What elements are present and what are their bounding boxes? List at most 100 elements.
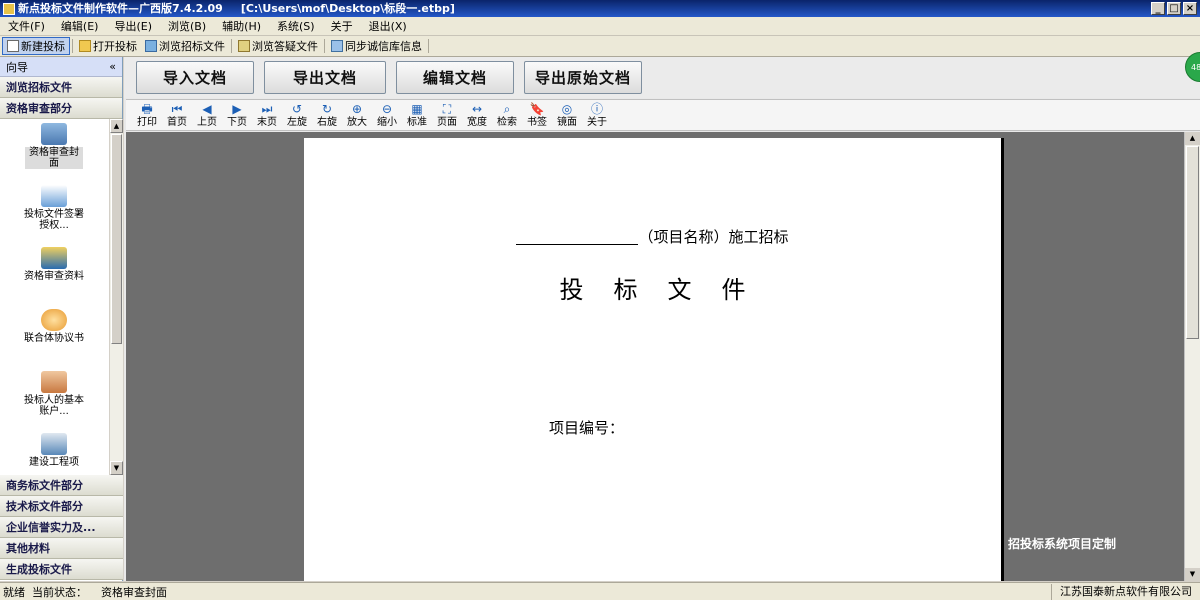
search-icon: ⌕ [503,102,511,116]
item-label: 联合体协议书 [24,333,84,344]
browse-qa-file-button[interactable]: 浏览答疑文件 [234,37,322,55]
sync-icon [331,40,343,52]
viewer-tool-rotate-right[interactable]: ↻ 右旋 [312,101,342,130]
viewer-tool-print[interactable]: 🖶 打印 [132,101,162,130]
document-canvas[interactable]: （项目名称）施工招标 投标文件 项目编号： 招投标系统项目定制 [126,132,1184,581]
viewer-tool-zoom-out[interactable]: ⊖ 缩小 [372,101,402,130]
scroll-thumb[interactable] [1186,146,1199,339]
viewer-tool-last-page[interactable]: ⏭ 末页 [252,101,282,130]
viewer-toolbar: 🖶 打印 ⏮ 首页 ◀ 上页 ▶ 下页 ⏭ 末页 ↺ 左旋 ↻ 右旋 ⊕ 放大 ⊖ 缩小 ▦ 标准 ⛶ 页面 ↔ 宽度 ⌕ 检索 🔖… [126,99,1200,131]
section-qualification[interactable]: 资格审查部分 [0,98,122,119]
viewer-tool-label: 左旋 [287,117,307,128]
menu-about[interactable]: 关于 [323,18,361,34]
viewer-tool-label: 页面 [437,117,457,128]
viewer-tool-label: 书签 [527,117,547,128]
list-item[interactable]: 资格审查封面 [0,119,108,181]
viewer-tool-bookmark[interactable]: 🔖 书签 [522,101,552,130]
sign-icon [41,185,67,207]
wizard-sidebar: 向导 « 浏览招标文件 资格审查部分 资格审查封面 投标文件签署授权... 资格… [0,57,123,581]
section-browse-bid[interactable]: 浏览招标文件 [0,77,122,98]
next-page-icon: ▶ [232,102,242,116]
qualification-item-list: 资格审查封面 投标文件签署授权... 资格审查资料 联合体协议书 投标人的基本账… [0,119,123,475]
main-panel: 导入文档 导出文档 编辑文档 导出原始文档 🖶 打印 ⏮ 首页 ◀ 上页 ▶ 下页 ⏭ 末页 ↺ 左旋… [124,57,1200,581]
viewer-tool-label: 镜面 [557,117,577,128]
viewer-tool-fit-width[interactable]: ↔ 宽度 [462,101,492,130]
cover-icon [41,123,67,145]
import-document-button[interactable]: 导入文档 [136,61,254,94]
sidebar-scrollbar[interactable]: ▲ ▼ [109,119,123,475]
scroll-thumb[interactable] [111,134,122,344]
prev-page-icon: ◀ [202,102,212,116]
menu-browse[interactable]: 浏览(B) [160,18,214,34]
materials-icon [41,247,67,269]
edit-document-button[interactable]: 编辑文档 [396,61,514,94]
viewer-tool-mirror[interactable]: ◎ 镜面 [552,101,582,130]
menu-file[interactable]: 文件(F) [0,18,53,34]
browse-qa-icon [238,40,250,52]
new-bid-button[interactable]: 新建投标 [2,37,70,55]
scroll-down-icon[interactable]: ▼ [110,461,123,475]
menu-system[interactable]: 系统(S) [269,18,323,34]
list-item[interactable]: 投标文件签署授权... [0,181,108,243]
viewer-tool-fit-page[interactable]: ⛶ 页面 [432,101,462,130]
viewer-tool-prev-page[interactable]: ◀ 上页 [192,101,222,130]
item-label: 投标文件签署授权... [24,209,84,231]
window-title: 新点投标文件制作软件—广西版7.4.2.09 [18,2,223,15]
minimize-button[interactable]: _ [1151,2,1165,15]
viewer-tool-zoom-in[interactable]: ⊕ 放大 [342,101,372,130]
collapse-icon[interactable]: « [109,60,116,73]
list-item[interactable]: 投标人的基本账户... [0,367,108,429]
toolbar-divider [324,39,325,53]
sync-credit-button[interactable]: 同步诚信库信息 [327,37,426,55]
scroll-up-icon[interactable]: ▲ [110,119,123,133]
maximize-button[interactable]: □ [1167,2,1181,15]
fit-page-icon: ⛶ [442,102,452,116]
viewer-tool-search[interactable]: ⌕ 检索 [492,101,522,130]
scroll-down-icon[interactable]: ▼ [1185,568,1200,581]
section-other[interactable]: 其他材料 [0,538,123,559]
viewer-scrollbar[interactable]: ▲ ▼ [1184,132,1200,581]
title-bar: 新点投标文件制作软件—广西版7.4.2.09 [C:\Users\mof\Des… [0,0,1200,17]
viewer-tool-rotate-left[interactable]: ↺ 左旋 [282,101,312,130]
viewer-tool-next-page[interactable]: ▶ 下页 [222,101,252,130]
account-icon [41,371,67,393]
sidebar-header: 向导 « [0,57,122,77]
toolbar-divider [231,39,232,53]
last-page-icon: ⏭ [261,102,273,116]
scroll-up-icon[interactable]: ▲ [1185,132,1200,145]
list-item[interactable]: 建设工程项 [0,429,108,475]
section-credit[interactable]: 企业信誉实力及... [0,517,123,538]
viewer-tool-label: 缩小 [377,117,397,128]
close-button[interactable]: × [1183,2,1197,15]
section-generate[interactable]: 生成投标文件 [0,559,123,580]
file-path: [C:\Users\mof\Desktop\标段一.etbp] [240,2,455,15]
status-ready: 就绪 [3,585,25,599]
section-technical[interactable]: 技术标文件部分 [0,496,123,517]
open-bid-button[interactable]: 打开投标 [75,37,141,55]
export-document-button[interactable]: 导出文档 [264,61,386,94]
sync-credit-label: 同步诚信库信息 [345,40,422,53]
rotate-left-icon: ↺ [291,102,303,116]
new-document-icon [7,40,19,52]
export-original-button[interactable]: 导出原始文档 [524,61,642,94]
viewer-tool-first-page[interactable]: ⏮ 首页 [162,101,192,130]
browse-bid-file-button[interactable]: 浏览招标文件 [141,37,229,55]
viewer-tool-label: 打印 [137,117,157,128]
menu-edit[interactable]: 编辑(E) [53,18,107,34]
viewer-tool-about[interactable]: ⓘ 关于 [582,101,612,130]
menu-exit[interactable]: 退出(X) [361,18,415,34]
fit-width-icon: ↔ [471,102,483,116]
project-name-suffix: （项目名称）施工招标 [638,228,789,246]
section-business[interactable]: 商务标文件部分 [0,475,123,496]
zoom-in-icon: ⊕ [351,102,363,116]
viewer-tool-standard[interactable]: ▦ 标准 [402,101,432,130]
first-page-icon: ⏮ [171,102,183,116]
list-item[interactable]: 资格审查资料 [0,243,108,305]
menu-assist[interactable]: 辅助(H) [214,18,269,34]
list-item[interactable]: 联合体协议书 [0,305,108,367]
sidebar-title: 向导 [6,60,28,74]
item-label: 投标人的基本账户... [24,395,84,417]
menu-export[interactable]: 导出(E) [106,18,160,34]
rotate-right-icon: ↻ [321,102,333,116]
status-state-value: 资格审查封面 [101,585,167,599]
